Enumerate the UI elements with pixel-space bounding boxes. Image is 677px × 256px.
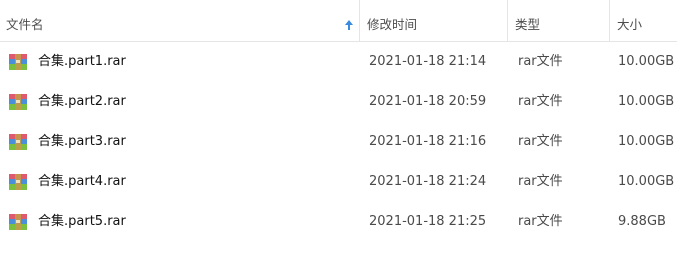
column-header-size[interactable]: 大小 bbox=[611, 0, 677, 42]
file-name: 合集.part5.rar bbox=[38, 214, 126, 229]
file-size: 10.00GB bbox=[618, 134, 675, 149]
file-size: 10.00GB bbox=[618, 174, 675, 189]
winrar-archive-icon bbox=[9, 214, 27, 230]
file-name: 合集.part2.rar bbox=[38, 94, 126, 109]
column-header-date[interactable]: 修改时间 bbox=[361, 0, 508, 42]
file-row[interactable]: 合集.part5.rar 2021-01-18 21:25 rar文件 9.88… bbox=[0, 202, 677, 242]
file-size: 10.00GB bbox=[618, 94, 675, 109]
file-type: rar文件 bbox=[518, 54, 563, 69]
file-modified-time: 2021-01-18 21:24 bbox=[369, 174, 487, 189]
file-modified-time: 2021-01-18 21:14 bbox=[369, 54, 487, 69]
file-modified-time: 2021-01-18 21:16 bbox=[369, 134, 487, 149]
file-size: 10.00GB bbox=[618, 54, 675, 69]
winrar-archive-icon bbox=[9, 54, 27, 70]
file-row[interactable]: 合集.part3.rar 2021-01-18 21:16 rar文件 10.0… bbox=[0, 122, 677, 162]
file-type: rar文件 bbox=[518, 214, 563, 229]
winrar-archive-icon bbox=[9, 174, 27, 190]
column-header-type-label: 类型 bbox=[515, 17, 541, 32]
file-modified-time: 2021-01-18 21:25 bbox=[369, 214, 487, 229]
column-header-name[interactable]: 文件名 bbox=[0, 0, 360, 42]
column-header-size-label: 大小 bbox=[617, 17, 643, 32]
winrar-archive-icon bbox=[9, 134, 27, 150]
file-name: 合集.part3.rar bbox=[38, 134, 126, 149]
column-header-date-label: 修改时间 bbox=[367, 17, 418, 32]
file-name: 合集.part1.rar bbox=[38, 54, 126, 69]
file-row[interactable]: 合集.part4.rar 2021-01-18 21:24 rar文件 10.0… bbox=[0, 162, 677, 202]
file-name: 合集.part4.rar bbox=[38, 174, 126, 189]
sort-ascending-arrow-icon[interactable] bbox=[344, 19, 354, 31]
column-header-type[interactable]: 类型 bbox=[509, 0, 610, 42]
file-type: rar文件 bbox=[518, 174, 563, 189]
file-type: rar文件 bbox=[518, 94, 563, 109]
column-header-bar: 文件名 修改时间 类型 大小 bbox=[0, 0, 677, 42]
file-type: rar文件 bbox=[518, 134, 563, 149]
file-modified-time: 2021-01-18 20:59 bbox=[369, 94, 487, 109]
file-row[interactable]: 合集.part1.rar 2021-01-18 21:14 rar文件 10.0… bbox=[0, 42, 677, 82]
file-size: 9.88GB bbox=[618, 214, 666, 229]
file-row[interactable]: 合集.part2.rar 2021-01-18 20:59 rar文件 10.0… bbox=[0, 82, 677, 122]
winrar-archive-icon bbox=[9, 94, 27, 110]
column-header-name-label: 文件名 bbox=[6, 17, 44, 32]
